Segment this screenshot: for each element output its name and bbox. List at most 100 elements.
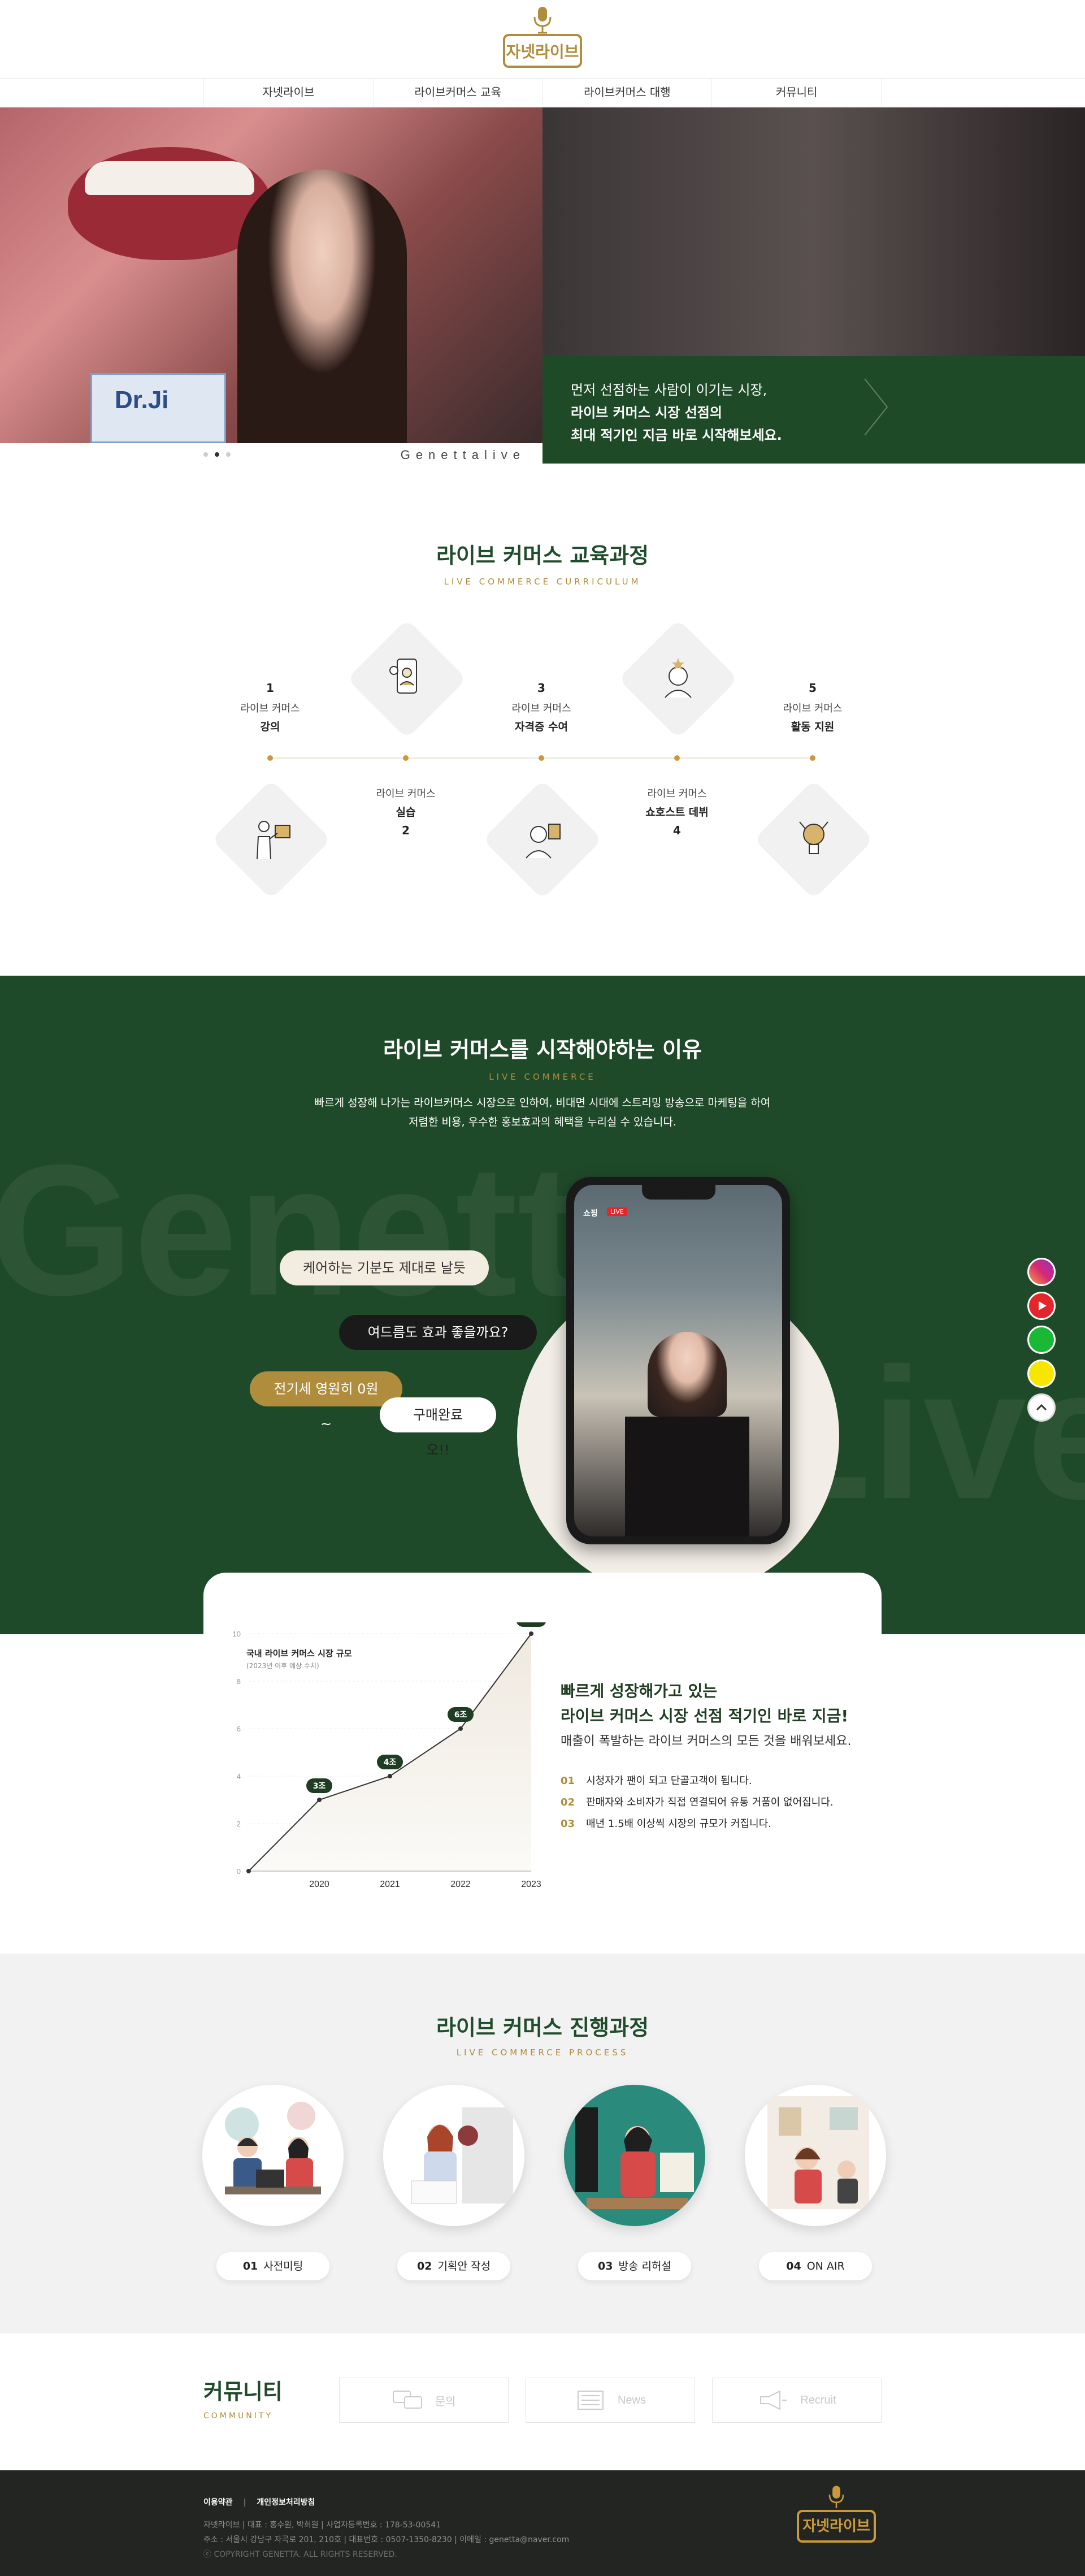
- point-number: 02: [561, 1796, 575, 1808]
- why-description-2: 저렴한 비용, 우수한 홍보효과의 혜택을 누리실 수 있습니다.: [409, 1116, 676, 1128]
- point-text: 시청자가 팬이 되고 단골고객이 됩니다.: [586, 1775, 752, 1787]
- curriculum-step-3: 3 라이브 커머스 자격증 수여: [485, 681, 598, 734]
- mobile-live-icon: [389, 659, 417, 694]
- nav-item-community[interactable]: 커뮤니티: [711, 79, 882, 107]
- curriculum-step-1: 1 라이브 커머스 강의: [214, 681, 327, 734]
- point-text: 판매자와 소비자가 직접 연결되어 유통 거품이 없어집니다.: [586, 1796, 834, 1808]
- point-2: 02 판매자와 소비자가 직접 연결되어 유통 거품이 없어집니다.: [561, 1794, 834, 1809]
- community-box-label: 문의: [435, 2395, 456, 2408]
- chart-x-tick-label: 2020: [309, 1880, 329, 1888]
- process-step-1: 01 사전미팅: [216, 2252, 329, 2280]
- curriculum-step-5: 5 라이브 커머스 활동 지원: [756, 681, 869, 734]
- chat-icon: [392, 2391, 422, 2409]
- point-number: 03: [561, 1818, 575, 1830]
- footer-logo-text: 자넷라이브: [797, 2510, 876, 2543]
- chart-point: [458, 1726, 463, 1731]
- step-label: 라이브 커머스: [240, 703, 300, 715]
- footer-copyright: ⓒ COPYRIGHT GENETTA. ALL RIGHTS RESERVED…: [203, 2550, 397, 2559]
- step-label: 라이브 커머스: [647, 788, 707, 800]
- rehearsal-illustration-icon: [564, 2085, 705, 2226]
- chart-point: [246, 1869, 251, 1873]
- meeting-illustration-icon: [225, 2102, 321, 2194]
- terms-link[interactable]: 이용약관: [203, 2498, 233, 2507]
- kakao-talk-icon[interactable]: [1027, 1360, 1056, 1388]
- presenter-icon: [257, 821, 290, 860]
- chart-point: [529, 1631, 533, 1636]
- chart-heading-2: 라이브 커머스 시장 선점 적기인 바로 지금!: [561, 1707, 849, 1725]
- footer-links: 이용약관 | 개인정보처리방침: [203, 2496, 315, 2508]
- community-inquiry-button[interactable]: 문의: [339, 2378, 509, 2423]
- footer-logo[interactable]: 자넷라이브: [791, 2484, 882, 2563]
- curriculum-subtitle: LIVE COMMERCE CURRICULUM: [444, 577, 641, 587]
- timeline-dot: [810, 755, 815, 761]
- chart-y-tick-label: 10: [233, 1630, 241, 1638]
- site-header: 자넷라이브 자넷라이브 라이브커머스 교육 라이브커머스 대행 커뮤니티: [0, 0, 1085, 107]
- hero-watermark: Genettalive: [400, 448, 526, 462]
- process-step-label: ON AIR: [806, 2260, 845, 2272]
- live-shopping-phone: 쇼핑 LIVE: [566, 1177, 790, 1544]
- why-description-1: 빠르게 성장해 나가는 라이브커머스 시장으로 인하여, 비대면 시대에 스트리…: [314, 1097, 771, 1109]
- hero-next-arrow-icon[interactable]: [859, 373, 893, 441]
- hero-product-box: Dr.Ji: [90, 373, 226, 443]
- nav-item-agency[interactable]: 라이브커머스 대행: [542, 79, 712, 107]
- community-news-button[interactable]: News: [526, 2378, 695, 2423]
- phone-host-outfit: [625, 1417, 749, 1536]
- logo-text: 자넷라이브: [503, 34, 582, 68]
- scroll-top-icon[interactable]: [1027, 1393, 1056, 1422]
- slider-dot-3[interactable]: [226, 452, 231, 457]
- point-number: 01: [561, 1775, 575, 1787]
- phone-host-figure: [648, 1332, 727, 1417]
- step-label: 라이브 커머스: [511, 703, 571, 715]
- chart-y-tick-label: 6: [237, 1725, 241, 1733]
- point-text: 매년 1.5배 이상씩 시장의 규모가 커집니다.: [586, 1818, 771, 1830]
- slider-dot-1[interactable]: [203, 452, 208, 457]
- nav-item-education[interactable]: 라이브커머스 교육: [372, 79, 542, 107]
- phone-shop-label: 쇼핑: [583, 1209, 598, 1218]
- timeline-dot: [539, 755, 544, 761]
- nav-item-janet-live[interactable]: 자넷라이브: [203, 79, 373, 107]
- hero-line-2: 라이브 커머스 시장 선점의: [571, 405, 722, 421]
- chart-heading-1: 빠르게 성장해가고 있는: [561, 1682, 718, 1700]
- naver-blog-icon[interactable]: [1027, 1326, 1056, 1354]
- chart-data-label: 10조: [522, 1622, 540, 1625]
- chart-note: (2023년 이후 예상 수치): [246, 1662, 319, 1670]
- process-step-label: 기획안 작성: [437, 2260, 491, 2272]
- on-air-illustration-icon: [767, 2096, 869, 2209]
- point-3: 03 매년 1.5배 이상씩 시장의 규모가 커집니다.: [561, 1816, 771, 1830]
- why-title: 라이브 커머스를 시작해야하는 이유: [383, 1037, 702, 1062]
- link-divider: |: [243, 2498, 246, 2507]
- instagram-icon[interactable]: [1027, 1258, 1056, 1286]
- youtube-icon[interactable]: [1027, 1292, 1056, 1320]
- step-number: 2: [402, 824, 410, 837]
- curriculum-title: 라이브 커머스 교육과정: [436, 543, 649, 568]
- site-logo[interactable]: 자넷라이브: [497, 5, 588, 72]
- community-box-label: News: [617, 2393, 646, 2406]
- process-step-number: 03: [598, 2260, 613, 2272]
- step-title: 활동 지원: [791, 721, 835, 733]
- process-step-label: 사전미팅: [263, 2260, 303, 2272]
- timeline-dot: [674, 755, 680, 761]
- slider-dot-2[interactable]: [215, 452, 219, 457]
- megaphone-icon: [760, 2390, 787, 2410]
- timeline-dot: [267, 755, 273, 761]
- privacy-link[interactable]: 개인정보처리방침: [257, 2498, 315, 2507]
- process-illustration-2: [383, 2085, 524, 2226]
- planning-illustration-icon: [411, 2107, 513, 2204]
- community-recruit-button[interactable]: Recruit: [712, 2378, 882, 2423]
- timeline-dot: [403, 755, 409, 761]
- chart-x-tick-label: 2022: [450, 1880, 471, 1888]
- curriculum-step-4: 라이브 커머스 쇼호스트 데뷔 4: [620, 780, 734, 837]
- chat-bubble-4: 구매완료오!!: [380, 1397, 496, 1458]
- chevron-up-icon: [1036, 1404, 1047, 1411]
- step-title: 쇼호스트 데뷔: [645, 806, 709, 819]
- step-number: 4: [673, 824, 681, 837]
- hero-caption: 먼저 선점하는 사람이 이기는 시장, 라이브 커머스 시장 선점의 최대 적기…: [542, 356, 1085, 464]
- chart-y-tick-label: 4: [237, 1772, 241, 1781]
- chat-bubble-2: 여드름도 효과 좋을까요?: [339, 1315, 537, 1350]
- process-step-label: 방송 리허설: [618, 2260, 671, 2272]
- hero-host-left: [237, 170, 407, 443]
- chart-title: 국내 라이브 커머스 시장 규모: [246, 1648, 352, 1659]
- play-icon: [1039, 1301, 1047, 1310]
- hero-line-3: 최대 적기인 지금 바로 시작해보세요.: [571, 427, 782, 443]
- process-illustration-4: [745, 2085, 886, 2226]
